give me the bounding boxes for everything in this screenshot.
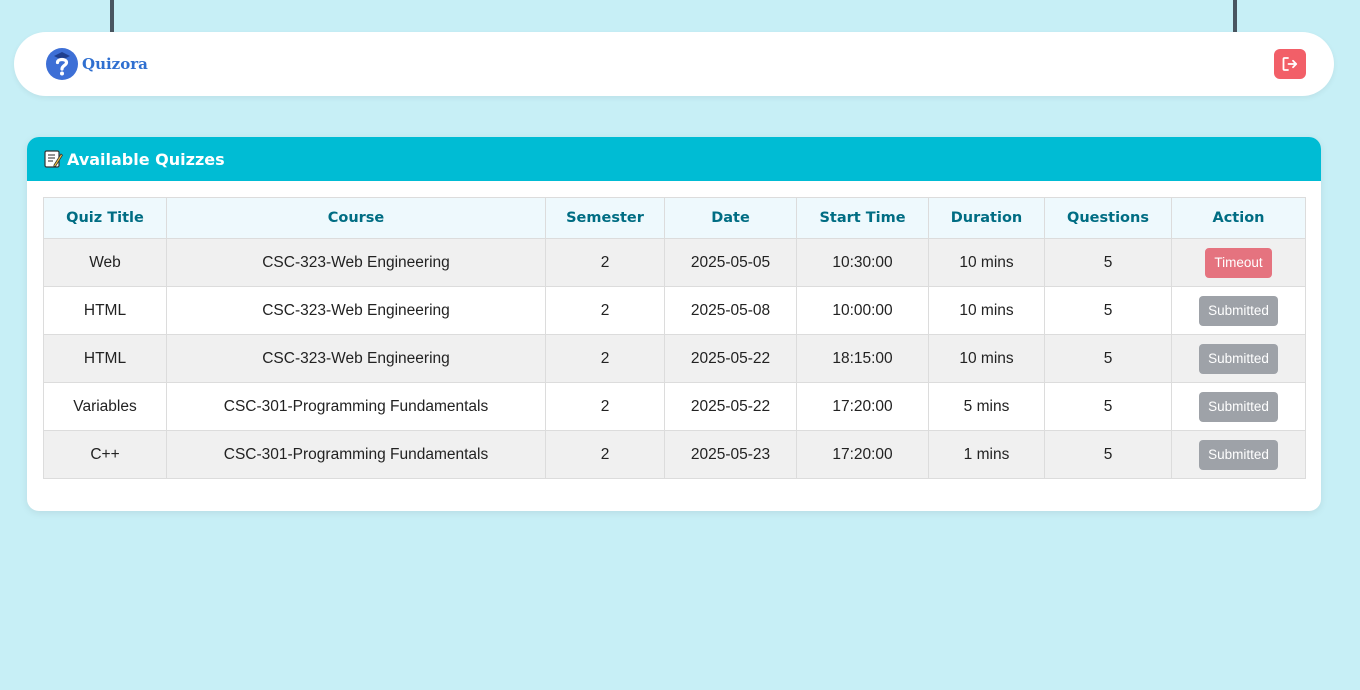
cell-questions: 5	[1044, 382, 1172, 431]
cell-quiz-title: HTML	[43, 334, 167, 383]
table-row: HTML CSC-323-Web Engineering 2 2025-05-2…	[43, 334, 1306, 383]
cell-quiz-title: C++	[43, 430, 167, 479]
card-header: Available Quizzes	[27, 137, 1321, 181]
cell-duration: 10 mins	[928, 286, 1045, 335]
cell-semester: 2	[545, 430, 665, 479]
decorative-line-right	[1233, 0, 1237, 32]
header-action: Action	[1171, 197, 1306, 239]
table-row: Web CSC-323-Web Engineering 2 2025-05-05…	[43, 238, 1306, 287]
cell-course: CSC-301-Programming Fundamentals	[166, 430, 546, 479]
cell-date: 2025-05-08	[664, 286, 797, 335]
cell-duration: 5 mins	[928, 382, 1045, 431]
cell-date: 2025-05-05	[664, 238, 797, 287]
navbar: Quizora	[14, 32, 1334, 96]
cell-date: 2025-05-22	[664, 382, 797, 431]
cell-start-time: 17:20:00	[796, 382, 929, 431]
cell-semester: 2	[545, 238, 665, 287]
available-quizzes-card: Available Quizzes Quiz Title Course Seme…	[27, 137, 1321, 511]
brand[interactable]: Quizora	[45, 47, 148, 81]
brand-name: Quizora	[82, 55, 148, 73]
cell-duration: 10 mins	[928, 334, 1045, 383]
cell-action: Submitted	[1171, 334, 1306, 383]
cell-date: 2025-05-22	[664, 334, 797, 383]
submitted-button[interactable]: Submitted	[1199, 343, 1278, 374]
cell-questions: 5	[1044, 238, 1172, 287]
cell-course: CSC-323-Web Engineering	[166, 286, 546, 335]
cell-date: 2025-05-23	[664, 430, 797, 479]
cell-action: Timeout	[1171, 238, 1306, 287]
submitted-button[interactable]: Submitted	[1199, 295, 1278, 326]
logout-button[interactable]	[1274, 49, 1306, 79]
cell-course: CSC-301-Programming Fundamentals	[166, 382, 546, 431]
cell-action: Submitted	[1171, 382, 1306, 431]
cell-semester: 2	[545, 286, 665, 335]
header-semester: Semester	[545, 197, 665, 239]
header-course: Course	[166, 197, 546, 239]
header-date: Date	[664, 197, 797, 239]
card-title: Available Quizzes	[67, 149, 225, 169]
cell-quiz-title: Variables	[43, 382, 167, 431]
header-start-time: Start Time	[796, 197, 929, 239]
cell-duration: 10 mins	[928, 238, 1045, 287]
cell-semester: 2	[545, 334, 665, 383]
table-header-row: Quiz Title Course Semester Date Start Ti…	[43, 197, 1306, 239]
cell-questions: 5	[1044, 430, 1172, 479]
cell-quiz-title: Web	[43, 238, 167, 287]
timeout-button[interactable]: Timeout	[1205, 247, 1272, 278]
table-row: HTML CSC-323-Web Engineering 2 2025-05-0…	[43, 286, 1306, 335]
cell-start-time: 10:30:00	[796, 238, 929, 287]
table-row: C++ CSC-301-Programming Fundamentals 2 2…	[43, 430, 1306, 479]
quiz-table: Quiz Title Course Semester Date Start Ti…	[43, 197, 1306, 479]
header-questions: Questions	[1044, 197, 1172, 239]
submitted-button[interactable]: Submitted	[1199, 391, 1278, 422]
cell-start-time: 18:15:00	[796, 334, 929, 383]
submitted-button[interactable]: Submitted	[1199, 439, 1278, 470]
cell-action: Submitted	[1171, 286, 1306, 335]
header-duration: Duration	[928, 197, 1045, 239]
header-quiz-title: Quiz Title	[43, 197, 167, 239]
cell-semester: 2	[545, 382, 665, 431]
memo-icon	[44, 150, 63, 168]
cell-start-time: 10:00:00	[796, 286, 929, 335]
cell-course: CSC-323-Web Engineering	[166, 238, 546, 287]
cell-action: Submitted	[1171, 430, 1306, 479]
quizora-logo-icon	[46, 48, 78, 80]
cell-questions: 5	[1044, 334, 1172, 383]
logout-icon	[1282, 57, 1298, 71]
decorative-line-left	[110, 0, 114, 32]
cell-duration: 1 mins	[928, 430, 1045, 479]
table-row: Variables CSC-301-Programming Fundamenta…	[43, 382, 1306, 431]
cell-questions: 5	[1044, 286, 1172, 335]
cell-quiz-title: HTML	[43, 286, 167, 335]
cell-course: CSC-323-Web Engineering	[166, 334, 546, 383]
cell-start-time: 17:20:00	[796, 430, 929, 479]
